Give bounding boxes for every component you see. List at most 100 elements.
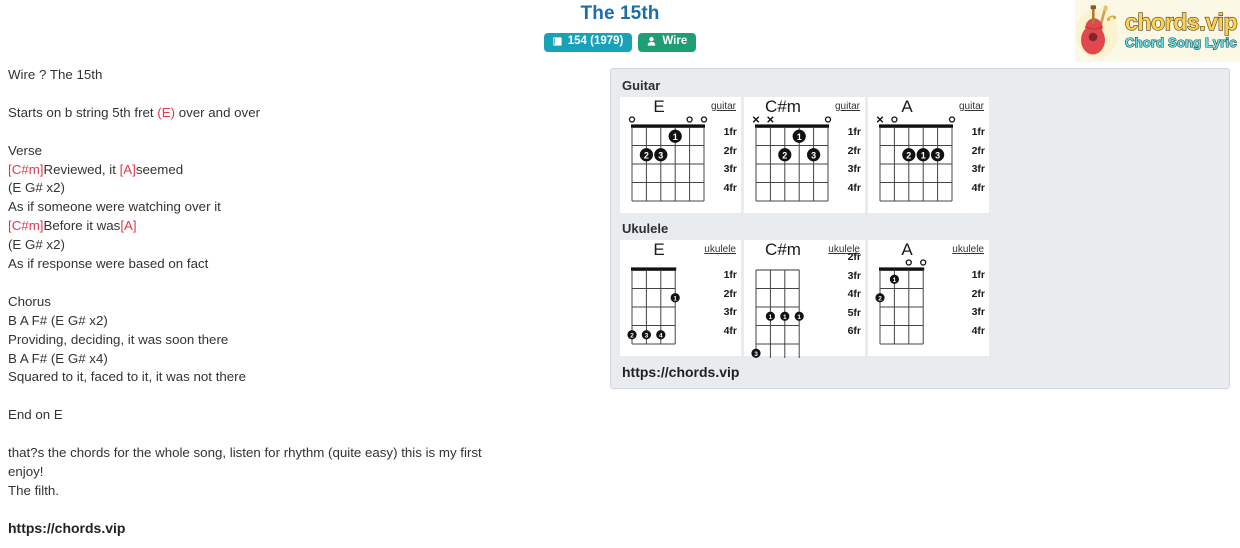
logo-subtitle: Chord Song Lyric [1124,35,1237,51]
fret-label: 3fr [847,269,861,282]
fret-label: 3fr [723,163,737,175]
lyrics-text: over and over [175,104,261,120]
lyrics-body: Wire ? The 15th Starts on b string 5th fr… [8,66,610,501]
chord-marker: [A] [119,161,136,177]
lyrics-blank-line [8,387,610,406]
chord-instrument-link[interactable]: guitar [835,101,860,112]
svg-text:1: 1 [893,277,897,284]
fret-label: 4fr [847,288,861,300]
fret-label-list: 1fr 2fr 3fr 4fr [724,266,737,340]
chord-name: E [653,97,665,116]
lyrics-line: [C#m]Before it was[A] [8,217,610,236]
chord-instrument-link[interactable]: ukulele [704,244,736,255]
svg-text:1: 1 [797,132,802,142]
album-badge[interactable]: 154 (1979) [543,33,633,52]
chord-instrument-link[interactable]: guitar [711,101,736,112]
album-badge-label: 154 (1979) [567,35,624,47]
lyrics-line: As if someone were watching over it [8,199,221,215]
chord-marker: (E) [157,104,176,120]
svg-text:2: 2 [878,295,882,302]
lyrics-line: Verse [8,142,43,158]
lyrics-line: As if response were based on fact [8,256,209,272]
svg-text:3: 3 [658,150,663,160]
chord-name: C#m [765,97,801,116]
chord-name: A [901,240,913,259]
chord-card-guitar-A[interactable]: Aguitar 2 1 3 1fr 2fr 3fr 4fr [868,97,989,213]
chord-marker: [C#m] [8,161,44,177]
chord-card-guitar-Csharpm[interactable]: C#m guitar 1 2 3 1fr 2fr 3fr 4fr [744,97,865,213]
fret-label-list: 2fr 3fr 4fr 5fr 6fr [848,248,861,341]
fret-label: 2fr [847,251,861,263]
lyrics-text: Starts on b string 5th fret [8,104,158,120]
fret-label: 3fr [971,163,985,175]
fret-label: 6fr [847,325,861,337]
lyrics-line: B A F# (E G# x4) [8,350,108,366]
panel-site-url[interactable]: https://chords.vip [622,364,1220,380]
main-content: Wire ? The 15th Starts on b string 5th fr… [0,60,1240,536]
chord-instrument-link[interactable]: ukulele [952,244,984,255]
guitar-section: Eguitar 1 2 3 1fr 2fr 3fr 4fr C#m guitar 1 2 3 1fr 2fr… [620,97,1220,213]
svg-text:1: 1 [797,314,801,321]
lyrics-blank-line [8,85,610,104]
chord-instrument-link[interactable]: guitar [959,101,984,112]
lyrics-line: Chorus [8,293,51,309]
artist-badge[interactable]: Wire [638,33,697,52]
lyrics-column: Wire ? The 15th Starts on b string 5th fr… [0,60,610,536]
lyrics-line: Squared to it, faced to it, it was not t… [8,369,247,385]
lyrics-line: Starts on b string 5th fret (E) over and… [8,104,610,123]
fret-label: 5fr [847,306,861,319]
instrument-label-ukulele: Ukulele [622,221,669,236]
lyrics-text: Before it was [43,218,121,234]
lyrics-line: Providing, deciding, it was soon there [8,331,229,347]
site-logo[interactable]: chords.vip Chord Song Lyric [1075,0,1240,62]
fret-label: 4fr [971,181,985,194]
artist-badge-label: Wire [662,35,688,47]
fret-label-list: 1fr 2fr 3fr 4fr [724,123,737,197]
fret-label: 3fr [723,306,737,318]
lyrics-line: Wire ? The 15th [8,67,103,82]
chord-name: E [653,240,665,259]
logo-text: chords.vip Chord Song Lyric [1123,10,1240,51]
svg-text:1: 1 [921,150,926,160]
fret-label-list: 1fr 2fr 3fr 4fr [848,123,861,197]
lyrics-text: seemed [135,161,184,177]
lyrics-site-url[interactable]: https://chords.vip [8,520,610,536]
svg-text:2: 2 [906,150,911,160]
lyrics-blank-line [8,123,610,142]
fret-label: 3fr [847,163,861,175]
lyrics-line: enjoy! [8,463,44,479]
fret-label: 1fr [723,126,737,138]
fret-label: 1fr [971,269,985,281]
svg-text:1: 1 [769,314,773,321]
fret-label-list: 1fr 2fr 3fr 4fr [972,123,985,197]
chord-name: A [901,97,913,116]
instrument-label-guitar: Guitar [622,78,661,93]
fret-label: 2fr [723,287,737,300]
album-icon [552,36,563,47]
svg-text:3: 3 [645,332,649,339]
svg-text:2: 2 [782,150,787,160]
lyrics-text: Reviewed, it [43,161,120,177]
lyrics-line: [C#m]Reviewed, it [A]seemed [8,161,610,180]
svg-text:3: 3 [811,150,816,160]
chord-card-ukulele-E[interactable]: Eukulele 1 2 3 4 1fr 2fr 3fr 4fr [620,240,741,356]
lyrics-line: (E G# x2) [8,237,65,253]
fret-label-list: 1fr 2fr 3fr 4fr [972,266,985,340]
chord-card-ukulele-Csharpm[interactable]: C#m ukulele 1 1 1 3 2fr 3fr 4fr 5fr 6fr [744,240,865,358]
fret-label: 2fr [847,144,861,157]
fret-label: 3fr [971,306,985,318]
fret-label: 1fr [971,126,985,138]
fret-label: 4fr [723,324,737,337]
lyrics-line: End on E [8,407,63,423]
lyrics-line: (E G# x2) [8,180,65,196]
svg-text:1: 1 [673,132,678,142]
svg-text:1: 1 [783,314,787,321]
chord-card-ukulele-A[interactable]: Aukulele 1 2 1fr 2fr 3fr 4fr [868,240,989,356]
chord-marker: [C#m] [8,218,44,234]
chord-sections: Guitar Eguitar 1 2 3 1fr 2fr 3fr 4fr C#m guitar 1 2 3… [620,78,1220,358]
fret-label: 2fr [723,144,737,157]
svg-text:4: 4 [659,332,663,339]
fret-label: 4fr [847,181,861,194]
fret-label: 4fr [971,324,985,337]
chord-card-guitar-E[interactable]: Eguitar 1 2 3 1fr 2fr 3fr 4fr [620,97,741,213]
